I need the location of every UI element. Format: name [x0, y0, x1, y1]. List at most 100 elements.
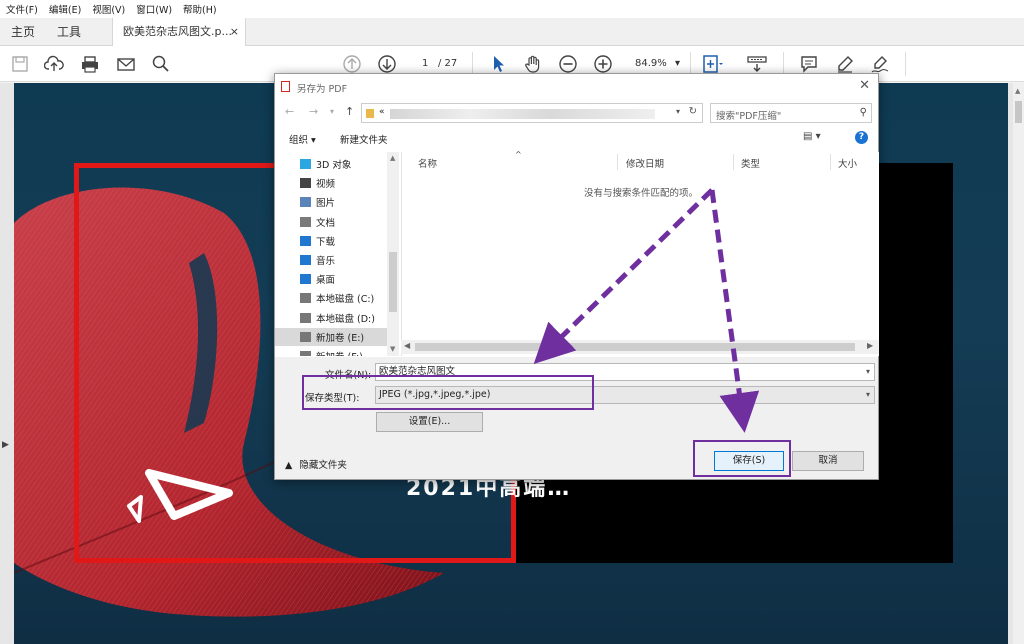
toolbar-divider: [905, 52, 906, 76]
save-highlight-box: [693, 440, 791, 477]
up-folder-icon[interactable]: ↑: [345, 105, 354, 118]
menu-edit[interactable]: 编辑(E): [49, 2, 81, 16]
save-as-dialog: 另存为 PDF ✕ ← → ▾ ↑ « ▾ ↻ 搜索"PDF压缩" ⚲ 组织 ▾…: [274, 73, 879, 480]
column-divider: [830, 154, 831, 170]
search-icon[interactable]: ⚲: [860, 107, 867, 118]
picture-icon: [300, 197, 311, 208]
scroll-down-icon[interactable]: ▼: [390, 345, 395, 353]
hide-folders-label: 隐藏文件夹: [299, 460, 347, 471]
search-icon[interactable]: [149, 52, 173, 76]
organize-button[interactable]: 组织 ▾: [289, 132, 316, 146]
desktop-icon: [300, 274, 311, 285]
scroll-left-icon[interactable]: ◀: [404, 341, 410, 350]
close-tab-icon[interactable]: ×: [230, 18, 239, 46]
search-placeholder: 搜索"PDF压缩": [716, 111, 782, 122]
tab-document[interactable]: 欧美范杂志风图文.p... ×: [112, 18, 246, 46]
tree-item-label: 文档: [316, 217, 336, 229]
tab-document-label: 欧美范杂志风图文.p...: [123, 25, 232, 38]
refresh-icon[interactable]: ↻: [689, 106, 697, 117]
menu-help[interactable]: 帮助(H): [183, 2, 217, 16]
help-icon[interactable]: ?: [855, 131, 868, 144]
tree-item[interactable]: 视频: [300, 174, 335, 192]
tree-item-label: 视频: [316, 179, 336, 191]
page-total: / 27: [438, 58, 458, 69]
new-folder-button[interactable]: 新建文件夹: [340, 132, 388, 146]
settings-button[interactable]: 设置(E)...: [376, 412, 483, 432]
file-list[interactable]: 名称 ^ 修改日期 类型 大小 没有与搜索条件匹配的项。: [401, 150, 879, 356]
horizontal-scroll-thumb[interactable]: [415, 343, 855, 351]
forward-icon[interactable]: →: [309, 105, 318, 118]
folder-icon: [366, 109, 374, 118]
tree-item[interactable]: 桌面: [300, 270, 335, 288]
print-icon[interactable]: [78, 52, 102, 76]
video-icon: [300, 178, 311, 189]
save-icon[interactable]: [8, 52, 32, 76]
tree-item[interactable]: 3D 对象: [300, 155, 351, 173]
tree-item-label: 下载: [316, 236, 336, 248]
document-scrollbar[interactable]: ▲: [1013, 83, 1024, 644]
navigation-row: ← → ▾ ↑ « ▾ ↻ 搜索"PDF压缩" ⚲: [275, 100, 878, 125]
chevron-up-icon: ▲: [285, 460, 293, 471]
scroll-up-icon[interactable]: ▲: [1015, 87, 1020, 95]
app-window: 文件(F) 编辑(E) 视图(V) 窗口(W) 帮助(H) 主页 工具 欧美范杂…: [0, 0, 1024, 644]
empty-results-message: 没有与搜索条件匹配的项。: [584, 188, 699, 199]
column-size[interactable]: 大小: [838, 156, 857, 170]
column-divider: [617, 154, 618, 170]
tree-item-label: 本地磁盘 (C:): [316, 294, 375, 306]
filetype-highlight-box: [302, 375, 594, 410]
tree-item-label: 桌面: [316, 275, 336, 287]
column-type[interactable]: 类型: [741, 156, 760, 170]
tree-item[interactable]: 下载: [300, 232, 335, 250]
column-date[interactable]: 修改日期: [626, 156, 664, 170]
dialog-title: 另存为 PDF: [297, 84, 348, 95]
menu-window[interactable]: 窗口(W): [136, 2, 172, 16]
page-number-input[interactable]: 1: [422, 58, 428, 69]
address-bar[interactable]: « ▾ ↻: [361, 103, 703, 123]
tree-item-label: 音乐: [316, 256, 336, 267]
filetype-dropdown-icon[interactable]: ▾: [866, 387, 870, 403]
tree-item[interactable]: 新加卷 (F:): [300, 347, 363, 356]
scroll-up-icon[interactable]: ▲: [390, 154, 395, 162]
tree-item[interactable]: 文档: [300, 213, 335, 231]
scroll-right-icon[interactable]: ▶: [867, 341, 873, 350]
file-list-horizontal-scrollbar[interactable]: ◀ ▶: [401, 340, 879, 354]
command-bar: 组织 ▾ 新建文件夹 ▤ ▾ ?: [275, 127, 878, 151]
tree-item-label: 图片: [316, 198, 336, 210]
column-name[interactable]: 名称: [418, 156, 437, 170]
upload-cloud-icon[interactable]: [42, 52, 66, 76]
triangle-logo-icon: [127, 469, 233, 523]
tree-item-label: 新加卷 (E:): [316, 332, 365, 344]
tree-item[interactable]: 图片: [300, 193, 335, 211]
back-icon[interactable]: ←: [285, 105, 294, 118]
filename-dropdown-icon[interactable]: ▾: [866, 364, 870, 380]
cancel-button[interactable]: 取消: [792, 451, 864, 471]
document-icon: [300, 216, 311, 227]
menu-view[interactable]: 视图(V): [92, 2, 125, 16]
tab-home[interactable]: 主页: [11, 18, 35, 46]
drive-icon: [300, 312, 311, 323]
search-box[interactable]: 搜索"PDF压缩" ⚲: [710, 103, 872, 123]
email-icon[interactable]: [114, 52, 138, 76]
menu-bar: 文件(F) 编辑(E) 视图(V) 窗口(W) 帮助(H): [0, 0, 1024, 18]
tree-scroll-thumb[interactable]: [389, 252, 397, 312]
tab-bar: 主页 工具 欧美范杂志风图文.p... ×: [0, 18, 1024, 46]
tree-item[interactable]: 本地磁盘 (C:): [300, 289, 374, 307]
zoom-level[interactable]: 84.9%: [635, 58, 667, 69]
tree-scrollbar[interactable]: ▲ ▼: [387, 152, 399, 356]
close-icon[interactable]: ✕: [859, 78, 870, 93]
address-dropdown-icon[interactable]: ▾: [676, 107, 680, 116]
tree-item[interactable]: 新加卷 (E:): [275, 327, 387, 346]
tree-item[interactable]: 本地磁盘 (D:): [300, 309, 375, 327]
hide-folders-toggle[interactable]: ▲ 隐藏文件夹: [285, 457, 347, 471]
tab-tools[interactable]: 工具: [57, 18, 81, 46]
scroll-thumb[interactable]: [1015, 101, 1022, 123]
recent-locations-icon[interactable]: ▾: [330, 107, 334, 116]
drive-icon: [300, 351, 311, 356]
menu-file[interactable]: 文件(F): [6, 2, 38, 16]
tree-item[interactable]: 音乐: [300, 251, 335, 269]
view-options-icon[interactable]: ▤ ▾: [803, 131, 821, 142]
panel-expand-icon[interactable]: ▶: [2, 440, 9, 450]
tree-item-label: 3D 对象: [316, 160, 352, 171]
zoom-dropdown-icon[interactable]: ▾: [675, 58, 680, 69]
sort-ascending-icon: ^: [515, 150, 522, 159]
